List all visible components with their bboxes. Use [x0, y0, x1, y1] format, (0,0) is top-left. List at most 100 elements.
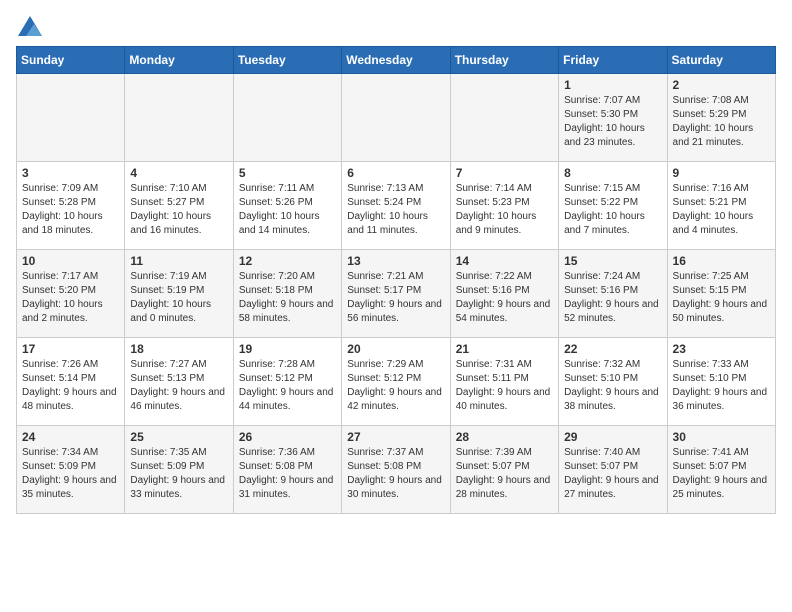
col-header-thursday: Thursday: [450, 47, 558, 74]
calendar-cell: 10 Sunrise: 7:17 AM Sunset: 5:20 PM Dayli…: [17, 250, 125, 338]
calendar-cell: 21 Sunrise: 7:31 AM Sunset: 5:11 PM Dayli…: [450, 338, 558, 426]
day-number: 29: [564, 430, 661, 444]
day-info: Sunrise: 7:25 AM Sunset: 5:15 PM Dayligh…: [673, 270, 770, 326]
col-header-friday: Friday: [559, 47, 667, 74]
day-number: 15: [564, 254, 661, 268]
day-info: Sunrise: 7:37 AM Sunset: 5:08 PM Dayligh…: [347, 446, 444, 502]
col-header-sunday: Sunday: [17, 47, 125, 74]
calendar-cell: 30 Sunrise: 7:41 AM Sunset: 5:07 PM Dayli…: [667, 426, 775, 514]
day-number: 6: [347, 166, 444, 180]
calendar-week-row: 24 Sunrise: 7:34 AM Sunset: 5:09 PM Dayli…: [17, 426, 776, 514]
day-number: 7: [456, 166, 553, 180]
header: [16, 16, 776, 36]
day-info: Sunrise: 7:31 AM Sunset: 5:11 PM Dayligh…: [456, 358, 553, 414]
calendar-cell: 5 Sunrise: 7:11 AM Sunset: 5:26 PM Daylig…: [233, 162, 341, 250]
calendar-cell: 16 Sunrise: 7:25 AM Sunset: 5:15 PM Dayli…: [667, 250, 775, 338]
calendar-header-row: SundayMondayTuesdayWednesdayThursdayFrid…: [17, 47, 776, 74]
calendar-cell: [233, 74, 341, 162]
day-number: 18: [130, 342, 227, 356]
day-number: 8: [564, 166, 661, 180]
day-info: Sunrise: 7:07 AM Sunset: 5:30 PM Dayligh…: [564, 94, 661, 150]
calendar-cell: [125, 74, 233, 162]
logo-icon: [18, 16, 42, 36]
day-number: 9: [673, 166, 770, 180]
day-number: 22: [564, 342, 661, 356]
calendar-week-row: 3 Sunrise: 7:09 AM Sunset: 5:28 PM Daylig…: [17, 162, 776, 250]
day-info: Sunrise: 7:29 AM Sunset: 5:12 PM Dayligh…: [347, 358, 444, 414]
day-number: 23: [673, 342, 770, 356]
day-number: 24: [22, 430, 119, 444]
day-info: Sunrise: 7:36 AM Sunset: 5:08 PM Dayligh…: [239, 446, 336, 502]
day-number: 16: [673, 254, 770, 268]
calendar-cell: 25 Sunrise: 7:35 AM Sunset: 5:09 PM Dayli…: [125, 426, 233, 514]
day-info: Sunrise: 7:11 AM Sunset: 5:26 PM Dayligh…: [239, 182, 336, 238]
day-info: Sunrise: 7:09 AM Sunset: 5:28 PM Dayligh…: [22, 182, 119, 238]
calendar-cell: 9 Sunrise: 7:16 AM Sunset: 5:21 PM Daylig…: [667, 162, 775, 250]
day-number: 28: [456, 430, 553, 444]
day-info: Sunrise: 7:21 AM Sunset: 5:17 PM Dayligh…: [347, 270, 444, 326]
calendar-cell: 22 Sunrise: 7:32 AM Sunset: 5:10 PM Dayli…: [559, 338, 667, 426]
day-number: 21: [456, 342, 553, 356]
calendar-cell: 4Sunrise: 7:10 AM Sunset: 5:27 PM Daylig…: [125, 162, 233, 250]
calendar-cell: 26 Sunrise: 7:36 AM Sunset: 5:08 PM Dayli…: [233, 426, 341, 514]
day-info: Sunrise: 7:20 AM Sunset: 5:18 PM Dayligh…: [239, 270, 336, 326]
day-number: 30: [673, 430, 770, 444]
calendar-cell: 6 Sunrise: 7:13 AM Sunset: 5:24 PM Daylig…: [342, 162, 450, 250]
calendar-cell: 19Sunrise: 7:28 AM Sunset: 5:12 PM Dayli…: [233, 338, 341, 426]
day-number: 10: [22, 254, 119, 268]
day-info: Sunrise: 7:34 AM Sunset: 5:09 PM Dayligh…: [22, 446, 119, 502]
calendar-cell: [450, 74, 558, 162]
col-header-wednesday: Wednesday: [342, 47, 450, 74]
col-header-monday: Monday: [125, 47, 233, 74]
day-number: 25: [130, 430, 227, 444]
calendar-cell: 29 Sunrise: 7:40 AM Sunset: 5:07 PM Dayli…: [559, 426, 667, 514]
day-info: Sunrise: 7:28 AM Sunset: 5:12 PM Dayligh…: [239, 358, 336, 414]
calendar-cell: 24 Sunrise: 7:34 AM Sunset: 5:09 PM Dayli…: [17, 426, 125, 514]
calendar-cell: 7Sunrise: 7:14 AM Sunset: 5:23 PM Daylig…: [450, 162, 558, 250]
day-info: Sunrise: 7:10 AM Sunset: 5:27 PM Dayligh…: [130, 182, 227, 238]
calendar-cell: 18Sunrise: 7:27 AM Sunset: 5:13 PM Dayli…: [125, 338, 233, 426]
day-number: 17: [22, 342, 119, 356]
calendar-cell: [342, 74, 450, 162]
calendar-cell: 2 Sunrise: 7:08 AM Sunset: 5:29 PM Daylig…: [667, 74, 775, 162]
day-info: Sunrise: 7:15 AM Sunset: 5:22 PM Dayligh…: [564, 182, 661, 238]
calendar-cell: 28Sunrise: 7:39 AM Sunset: 5:07 PM Dayli…: [450, 426, 558, 514]
day-number: 1: [564, 78, 661, 92]
day-number: 12: [239, 254, 336, 268]
day-info: Sunrise: 7:22 AM Sunset: 5:16 PM Dayligh…: [456, 270, 553, 326]
day-number: 20: [347, 342, 444, 356]
day-info: Sunrise: 7:19 AM Sunset: 5:19 PM Dayligh…: [130, 270, 227, 326]
col-header-tuesday: Tuesday: [233, 47, 341, 74]
calendar-cell: 8 Sunrise: 7:15 AM Sunset: 5:22 PM Daylig…: [559, 162, 667, 250]
day-info: Sunrise: 7:24 AM Sunset: 5:16 PM Dayligh…: [564, 270, 661, 326]
calendar-week-row: 1 Sunrise: 7:07 AM Sunset: 5:30 PM Daylig…: [17, 74, 776, 162]
day-number: 5: [239, 166, 336, 180]
day-number: 13: [347, 254, 444, 268]
day-number: 27: [347, 430, 444, 444]
day-number: 2: [673, 78, 770, 92]
calendar-cell: 27 Sunrise: 7:37 AM Sunset: 5:08 PM Dayli…: [342, 426, 450, 514]
day-info: Sunrise: 7:35 AM Sunset: 5:09 PM Dayligh…: [130, 446, 227, 502]
day-number: 11: [130, 254, 227, 268]
day-number: 3: [22, 166, 119, 180]
day-info: Sunrise: 7:33 AM Sunset: 5:10 PM Dayligh…: [673, 358, 770, 414]
col-header-saturday: Saturday: [667, 47, 775, 74]
calendar-cell: 12 Sunrise: 7:20 AM Sunset: 5:18 PM Dayli…: [233, 250, 341, 338]
calendar-week-row: 17Sunrise: 7:26 AM Sunset: 5:14 PM Dayli…: [17, 338, 776, 426]
day-info: Sunrise: 7:16 AM Sunset: 5:21 PM Dayligh…: [673, 182, 770, 238]
calendar-cell: 13 Sunrise: 7:21 AM Sunset: 5:17 PM Dayli…: [342, 250, 450, 338]
day-number: 26: [239, 430, 336, 444]
calendar-cell: 1 Sunrise: 7:07 AM Sunset: 5:30 PM Daylig…: [559, 74, 667, 162]
calendar-cell: 23 Sunrise: 7:33 AM Sunset: 5:10 PM Dayli…: [667, 338, 775, 426]
calendar-cell: 17Sunrise: 7:26 AM Sunset: 5:14 PM Dayli…: [17, 338, 125, 426]
calendar-cell: 20 Sunrise: 7:29 AM Sunset: 5:12 PM Dayli…: [342, 338, 450, 426]
day-info: Sunrise: 7:13 AM Sunset: 5:24 PM Dayligh…: [347, 182, 444, 238]
day-info: Sunrise: 7:40 AM Sunset: 5:07 PM Dayligh…: [564, 446, 661, 502]
day-info: Sunrise: 7:32 AM Sunset: 5:10 PM Dayligh…: [564, 358, 661, 414]
day-info: Sunrise: 7:08 AM Sunset: 5:29 PM Dayligh…: [673, 94, 770, 150]
day-info: Sunrise: 7:41 AM Sunset: 5:07 PM Dayligh…: [673, 446, 770, 502]
calendar-cell: 15 Sunrise: 7:24 AM Sunset: 5:16 PM Dayli…: [559, 250, 667, 338]
calendar-cell: 11 Sunrise: 7:19 AM Sunset: 5:19 PM Dayli…: [125, 250, 233, 338]
day-info: Sunrise: 7:17 AM Sunset: 5:20 PM Dayligh…: [22, 270, 119, 326]
calendar-week-row: 10 Sunrise: 7:17 AM Sunset: 5:20 PM Dayli…: [17, 250, 776, 338]
